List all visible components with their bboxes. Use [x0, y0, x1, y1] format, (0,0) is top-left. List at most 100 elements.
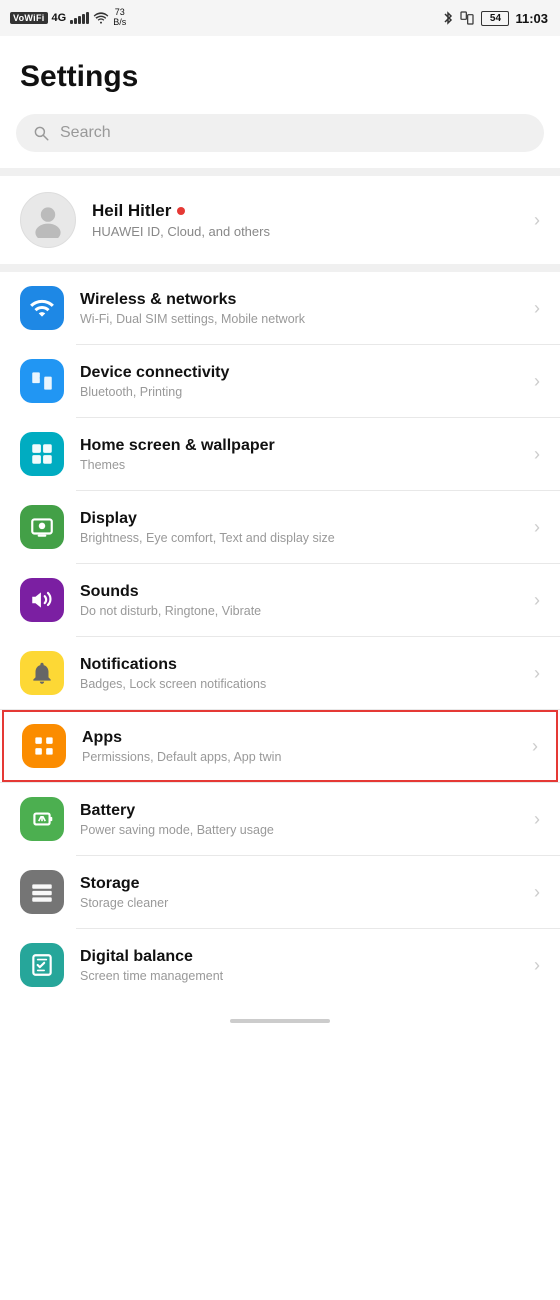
profile-name: Heil Hitler — [92, 201, 171, 221]
settings-item-apps[interactable]: Apps Permissions, Default apps, App twin… — [2, 710, 558, 782]
avatar-icon — [30, 202, 66, 238]
battery-subtitle: Power saving mode, Battery usage — [80, 823, 518, 837]
digitalbalance-text: Digital balance Screen time management — [80, 948, 518, 983]
apps-icon — [31, 733, 57, 759]
battery-text: Battery Power saving mode, Battery usage — [80, 802, 518, 837]
settings-item-display[interactable]: Display Brightness, Eye comfort, Text an… — [0, 491, 560, 563]
wireless-icon-bg — [20, 286, 64, 330]
bar3 — [78, 16, 81, 24]
apps-text: Apps Permissions, Default apps, App twin — [82, 729, 516, 764]
settings-item-storage[interactable]: Storage Storage cleaner › — [0, 856, 560, 928]
notifications-subtitle: Badges, Lock screen notifications — [80, 677, 518, 691]
device-chevron: › — [534, 371, 540, 392]
display-chevron: › — [534, 517, 540, 538]
homescreen-chevron: › — [534, 444, 540, 465]
device-subtitle: Bluetooth, Printing — [80, 385, 518, 399]
wifi-settings-icon — [29, 295, 55, 321]
digitalbalance-chevron: › — [534, 955, 540, 976]
search-placeholder: Search — [60, 124, 111, 142]
profile-subtitle: HUAWEI ID, Cloud, and others — [92, 224, 518, 239]
time-display: 11:03 — [515, 11, 548, 26]
apps-subtitle: Permissions, Default apps, App twin — [82, 750, 516, 764]
section-divider — [0, 168, 560, 176]
search-icon — [32, 124, 50, 142]
digitalbalance-title: Digital balance — [80, 948, 518, 966]
display-icon-bg — [20, 505, 64, 549]
settings-item-homescreen[interactable]: Home screen & wallpaper Themes › — [0, 418, 560, 490]
status-bar: VoWiFi 4G 73B/s 54 11:03 — [0, 0, 560, 36]
settings-item-wireless[interactable]: Wireless & networks Wi-Fi, Dual SIM sett… — [0, 272, 560, 344]
online-dot — [177, 207, 185, 215]
display-icon — [29, 514, 55, 540]
homescreen-title: Home screen & wallpaper — [80, 437, 518, 455]
apps-icon-bg — [22, 724, 66, 768]
sounds-title: Sounds — [80, 583, 518, 601]
display-title: Display — [80, 510, 518, 528]
homescreen-icon-bg — [20, 432, 64, 476]
apps-title: Apps — [82, 729, 516, 747]
storage-icon-bg — [20, 870, 64, 914]
device-text: Device connectivity Bluetooth, Printing — [80, 364, 518, 399]
battery-settings-icon — [29, 806, 55, 832]
profile-divider — [0, 264, 560, 272]
bar1 — [70, 20, 73, 24]
network-speed: 73B/s — [113, 8, 126, 28]
status-right: 54 11:03 — [443, 10, 548, 26]
storage-subtitle: Storage cleaner — [80, 896, 518, 910]
notifications-icon — [29, 660, 55, 686]
signal-4g: 4G — [52, 12, 67, 24]
sounds-text: Sounds Do not disturb, Ringtone, Vibrate — [80, 583, 518, 618]
profile-name-row: Heil Hitler — [92, 201, 518, 221]
settings-list: Wireless & networks Wi-Fi, Dual SIM sett… — [0, 272, 560, 1001]
notifications-text: Notifications Badges, Lock screen notifi… — [80, 656, 518, 691]
device-icon-bg — [20, 359, 64, 403]
sounds-icon-bg — [20, 578, 64, 622]
digitalbalance-subtitle: Screen time management — [80, 969, 518, 983]
homescreen-icon — [29, 441, 55, 467]
bar4 — [82, 14, 85, 24]
status-left: VoWiFi 4G 73B/s — [10, 8, 126, 28]
battery-title: Battery — [80, 802, 518, 820]
home-button[interactable] — [230, 1019, 330, 1023]
wireless-title: Wireless & networks — [80, 291, 518, 309]
storage-text: Storage Storage cleaner — [80, 875, 518, 910]
wifi-icon — [93, 11, 109, 25]
page-header: Settings — [0, 36, 560, 106]
bluetooth-icon — [443, 10, 453, 26]
home-button-area — [0, 1001, 560, 1043]
storage-chevron: › — [534, 882, 540, 903]
settings-item-sounds[interactable]: Sounds Do not disturb, Ringtone, Vibrate… — [0, 564, 560, 636]
digitalbalance-icon — [29, 952, 55, 978]
signal-bars — [70, 12, 89, 24]
notifications-title: Notifications — [80, 656, 518, 674]
sounds-icon — [29, 587, 55, 613]
digitalbalance-icon-bg — [20, 943, 64, 987]
profile-row[interactable]: Heil Hitler HUAWEI ID, Cloud, and others… — [0, 176, 560, 264]
notifications-icon-bg — [20, 651, 64, 695]
wireless-chevron: › — [534, 298, 540, 319]
apps-chevron: › — [532, 736, 538, 757]
battery-chevron: › — [534, 809, 540, 830]
wireless-text: Wireless & networks Wi-Fi, Dual SIM sett… — [80, 291, 518, 326]
battery-icon-bg — [20, 797, 64, 841]
notifications-chevron: › — [534, 663, 540, 684]
battery-indicator: 54 — [481, 11, 509, 26]
profile-chevron: › — [534, 210, 540, 231]
vowifi-label: VoWiFi — [10, 12, 48, 24]
storage-icon — [29, 879, 55, 905]
device-connectivity-icon — [29, 368, 55, 394]
wireless-subtitle: Wi-Fi, Dual SIM settings, Mobile network — [80, 312, 518, 326]
bar2 — [74, 18, 77, 24]
profile-info: Heil Hitler HUAWEI ID, Cloud, and others — [92, 201, 518, 239]
settings-item-battery[interactable]: Battery Power saving mode, Battery usage… — [0, 783, 560, 855]
storage-title: Storage — [80, 875, 518, 893]
settings-item-notifications[interactable]: Notifications Badges, Lock screen notifi… — [0, 637, 560, 709]
sounds-chevron: › — [534, 590, 540, 611]
settings-item-device[interactable]: Device connectivity Bluetooth, Printing … — [0, 345, 560, 417]
sounds-subtitle: Do not disturb, Ringtone, Vibrate — [80, 604, 518, 618]
search-bar[interactable]: Search — [16, 114, 544, 152]
settings-item-digitalbalance[interactable]: Digital balance Screen time management › — [0, 929, 560, 1001]
page-title: Settings — [20, 60, 540, 94]
homescreen-subtitle: Themes — [80, 458, 518, 472]
display-text: Display Brightness, Eye comfort, Text an… — [80, 510, 518, 545]
